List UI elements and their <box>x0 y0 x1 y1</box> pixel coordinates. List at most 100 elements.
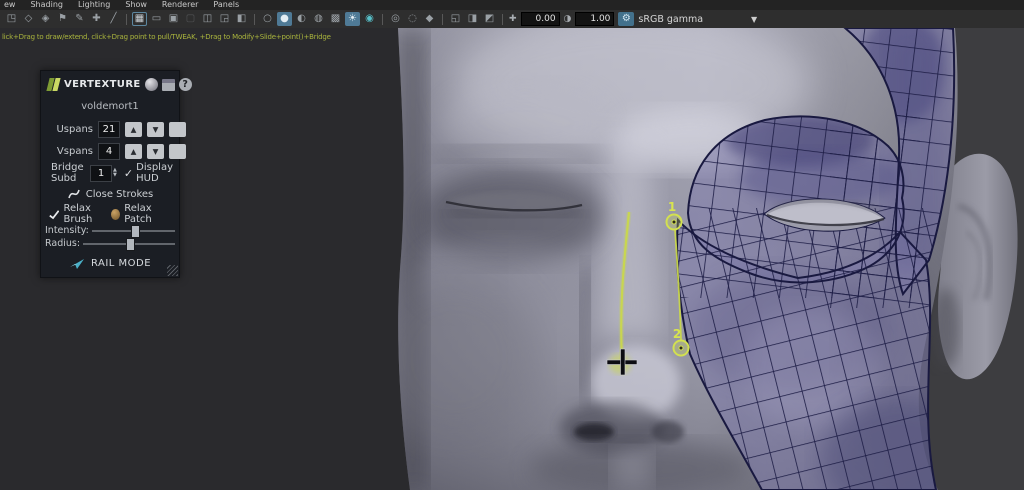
uspans-label: Uspans <box>47 124 93 135</box>
use-all-lights-icon[interactable]: ☀ <box>345 12 360 26</box>
menu-item-lighting[interactable]: Lighting <box>78 0 110 10</box>
rail-mode-label: RAIL MODE <box>91 258 151 269</box>
snapshot-icon[interactable]: ◨ <box>465 12 480 26</box>
snap-mode-icon[interactable]: ╱ <box>106 12 121 26</box>
vspans-decrease-button[interactable]: ▼ <box>147 144 164 159</box>
toolbar-divider <box>254 14 255 25</box>
two-sided-lighting-icon[interactable]: ◉ <box>362 12 377 26</box>
exposure-field[interactable]: 0.00 <box>521 12 560 26</box>
safe-action-icon[interactable]: ◲ <box>217 12 232 26</box>
image-plane-icon[interactable]: ✎ <box>72 12 87 26</box>
smooth-shading-icon[interactable]: ● <box>277 12 292 26</box>
menu-item-ew[interactable]: ew <box>4 0 15 10</box>
uspans-swatch-button[interactable] <box>169 122 186 137</box>
vertexture-logo-icon <box>46 77 61 92</box>
panel-title: VERTEXTURE <box>64 79 141 90</box>
resolution-gate-icon[interactable]: ▣ <box>166 12 181 26</box>
toolbar-icon-group: ◳◇◈⚑✎✚╱ ▦▭▣▢◫◲◧ ○●◐◍▩☀◉ ◎◌◆ ◱◨◩ <box>3 12 507 26</box>
radius-label: Radius: <box>45 238 80 249</box>
sphere-preview-icon[interactable] <box>145 78 158 91</box>
relax-brush-icon <box>49 208 59 220</box>
vspans-increase-button[interactable]: ▲ <box>125 144 142 159</box>
relax-brush-button[interactable]: Relax Brush <box>49 203 111 225</box>
grid-icon[interactable]: ▦ <box>132 12 147 26</box>
rail-mode-button[interactable]: RAIL MODE <box>41 250 179 277</box>
menu-item-renderer[interactable]: Renderer <box>162 0 199 10</box>
window-mode-icon[interactable] <box>162 79 175 91</box>
isolate-select-icon[interactable]: ◱ <box>448 12 463 26</box>
close-strokes-label: Close Strokes <box>86 189 154 200</box>
view-transform-dropdown[interactable]: sRGB gamma <box>638 14 703 25</box>
stroke-point-1-label: 1 <box>668 200 676 214</box>
application-window: ew Shading Lighting Show Renderer Panels ◳◇◈⚑… <box>0 0 1024 490</box>
bridge-subd-label: Bridge Subd <box>51 162 86 184</box>
relax-patch-button[interactable]: Relax Patch <box>111 203 171 225</box>
camera-home-icon[interactable]: ◇ <box>21 12 36 26</box>
wireframe-shading-icon[interactable]: ○ <box>260 12 275 26</box>
bridge-subd-spinner[interactable]: ▲ ▼ <box>113 168 117 178</box>
vspans-label: Vspans <box>47 146 93 157</box>
safe-title-icon[interactable]: ◧ <box>234 12 249 26</box>
display-hud-label: Display HUD <box>136 162 173 184</box>
field-chart-icon[interactable]: ◫ <box>200 12 215 26</box>
vspans-row: Vspans 4 ▲ ▼ <box>41 140 179 162</box>
contrast-icon[interactable]: ◑ <box>564 14 572 24</box>
relax-patch-icon <box>111 209 120 220</box>
display-hud-checkbox[interactable]: ✓ <box>124 167 133 180</box>
camera-select-icon[interactable]: ◈ <box>38 12 53 26</box>
toolbar-divider <box>442 14 443 25</box>
gate-mask-icon[interactable]: ▢ <box>183 12 198 26</box>
tool-hint-text: lick+Drag to draw/extend, click+Drag poi… <box>2 33 331 41</box>
vspans-field[interactable]: 4 <box>98 143 120 160</box>
intensity-label: Intensity: <box>45 225 89 236</box>
wireframe-on-shaded-icon[interactable]: ◐ <box>294 12 309 26</box>
occlusion-icon[interactable]: ◌ <box>405 12 420 26</box>
relax-brush-label: Relax Brush <box>63 203 111 225</box>
shadows-icon[interactable]: ◎ <box>388 12 403 26</box>
motion-blur-icon[interactable]: ◆ <box>422 12 437 26</box>
vertexture-panel-header: VERTEXTURE ? <box>41 71 179 98</box>
menu-item-shading[interactable]: Shading <box>30 0 63 10</box>
vspans-swatch-button[interactable] <box>169 144 186 159</box>
multisample-icon[interactable]: ◩ <box>482 12 497 26</box>
close-strokes-button[interactable]: Close Strokes <box>41 184 179 204</box>
menu-item-show[interactable]: Show <box>125 0 147 10</box>
vertexture-panel[interactable]: VERTEXTURE ? voldemort1 Uspans 21 ▲ ▼ Vs… <box>40 70 180 278</box>
uspans-field[interactable]: 21 <box>98 121 120 138</box>
radius-slider-handle[interactable] <box>126 238 135 251</box>
target-mesh-name: voldemort1 <box>41 98 179 118</box>
uspans-row: Uspans 21 ▲ ▼ <box>41 118 179 140</box>
spinner-down-icon[interactable]: ▼ <box>113 173 117 178</box>
radius-slider[interactable] <box>83 243 175 245</box>
relax-patch-label: Relax Patch <box>124 203 171 225</box>
checkered-icon[interactable]: ▩ <box>328 12 343 26</box>
toolbar-divider <box>382 14 383 25</box>
bridge-subd-field[interactable]: 1 <box>90 165 112 182</box>
intensity-slider[interactable] <box>92 230 175 232</box>
bookmark-icon[interactable]: ⚑ <box>55 12 70 26</box>
chevron-down-icon[interactable]: ▼ <box>751 15 757 24</box>
intensity-slider-handle[interactable] <box>131 225 140 238</box>
panel-resize-grip[interactable] <box>167 265 178 276</box>
uspans-increase-button[interactable]: ▲ <box>125 122 142 137</box>
relax-row: Relax Brush Relax Patch <box>41 204 179 224</box>
film-gate-icon[interactable]: ▭ <box>149 12 164 26</box>
help-icon[interactable]: ? <box>179 78 192 91</box>
intensity-slider-row: Intensity: <box>41 224 179 237</box>
bridge-subd-row: Bridge Subd 1 ▲ ▼ ✓ Display HUD <box>41 162 179 184</box>
close-strokes-icon <box>67 188 81 200</box>
toolbar-divider <box>502 14 503 25</box>
view-cube-icon[interactable]: ◳ <box>4 12 19 26</box>
radius-slider-row: Radius: <box>41 237 179 250</box>
crosshair-icon <box>621 349 626 375</box>
menu-item-panels[interactable]: Panels <box>213 0 239 10</box>
viewport-menu-bar: ew Shading Lighting Show Renderer Panels <box>0 0 1024 10</box>
color-management-gear-icon[interactable]: ⚙ <box>618 12 634 26</box>
textured-shading-icon[interactable]: ◍ <box>311 12 326 26</box>
exposure-icon[interactable]: ✚ <box>509 14 517 24</box>
stroke-point-2-label: 2 <box>673 327 681 341</box>
viewport-toolbar: ◳◇◈⚑✎✚╱▦▭▣▢◫◲◧○●◐◍▩☀◉◎◌◆◱◨◩ ✚ 0.00 ◑ 1.0… <box>0 10 1024 29</box>
gamma-field[interactable]: 1.00 <box>575 12 614 26</box>
pan-zoom-icon[interactable]: ✚ <box>89 12 104 26</box>
uspans-decrease-button[interactable]: ▼ <box>147 122 164 137</box>
